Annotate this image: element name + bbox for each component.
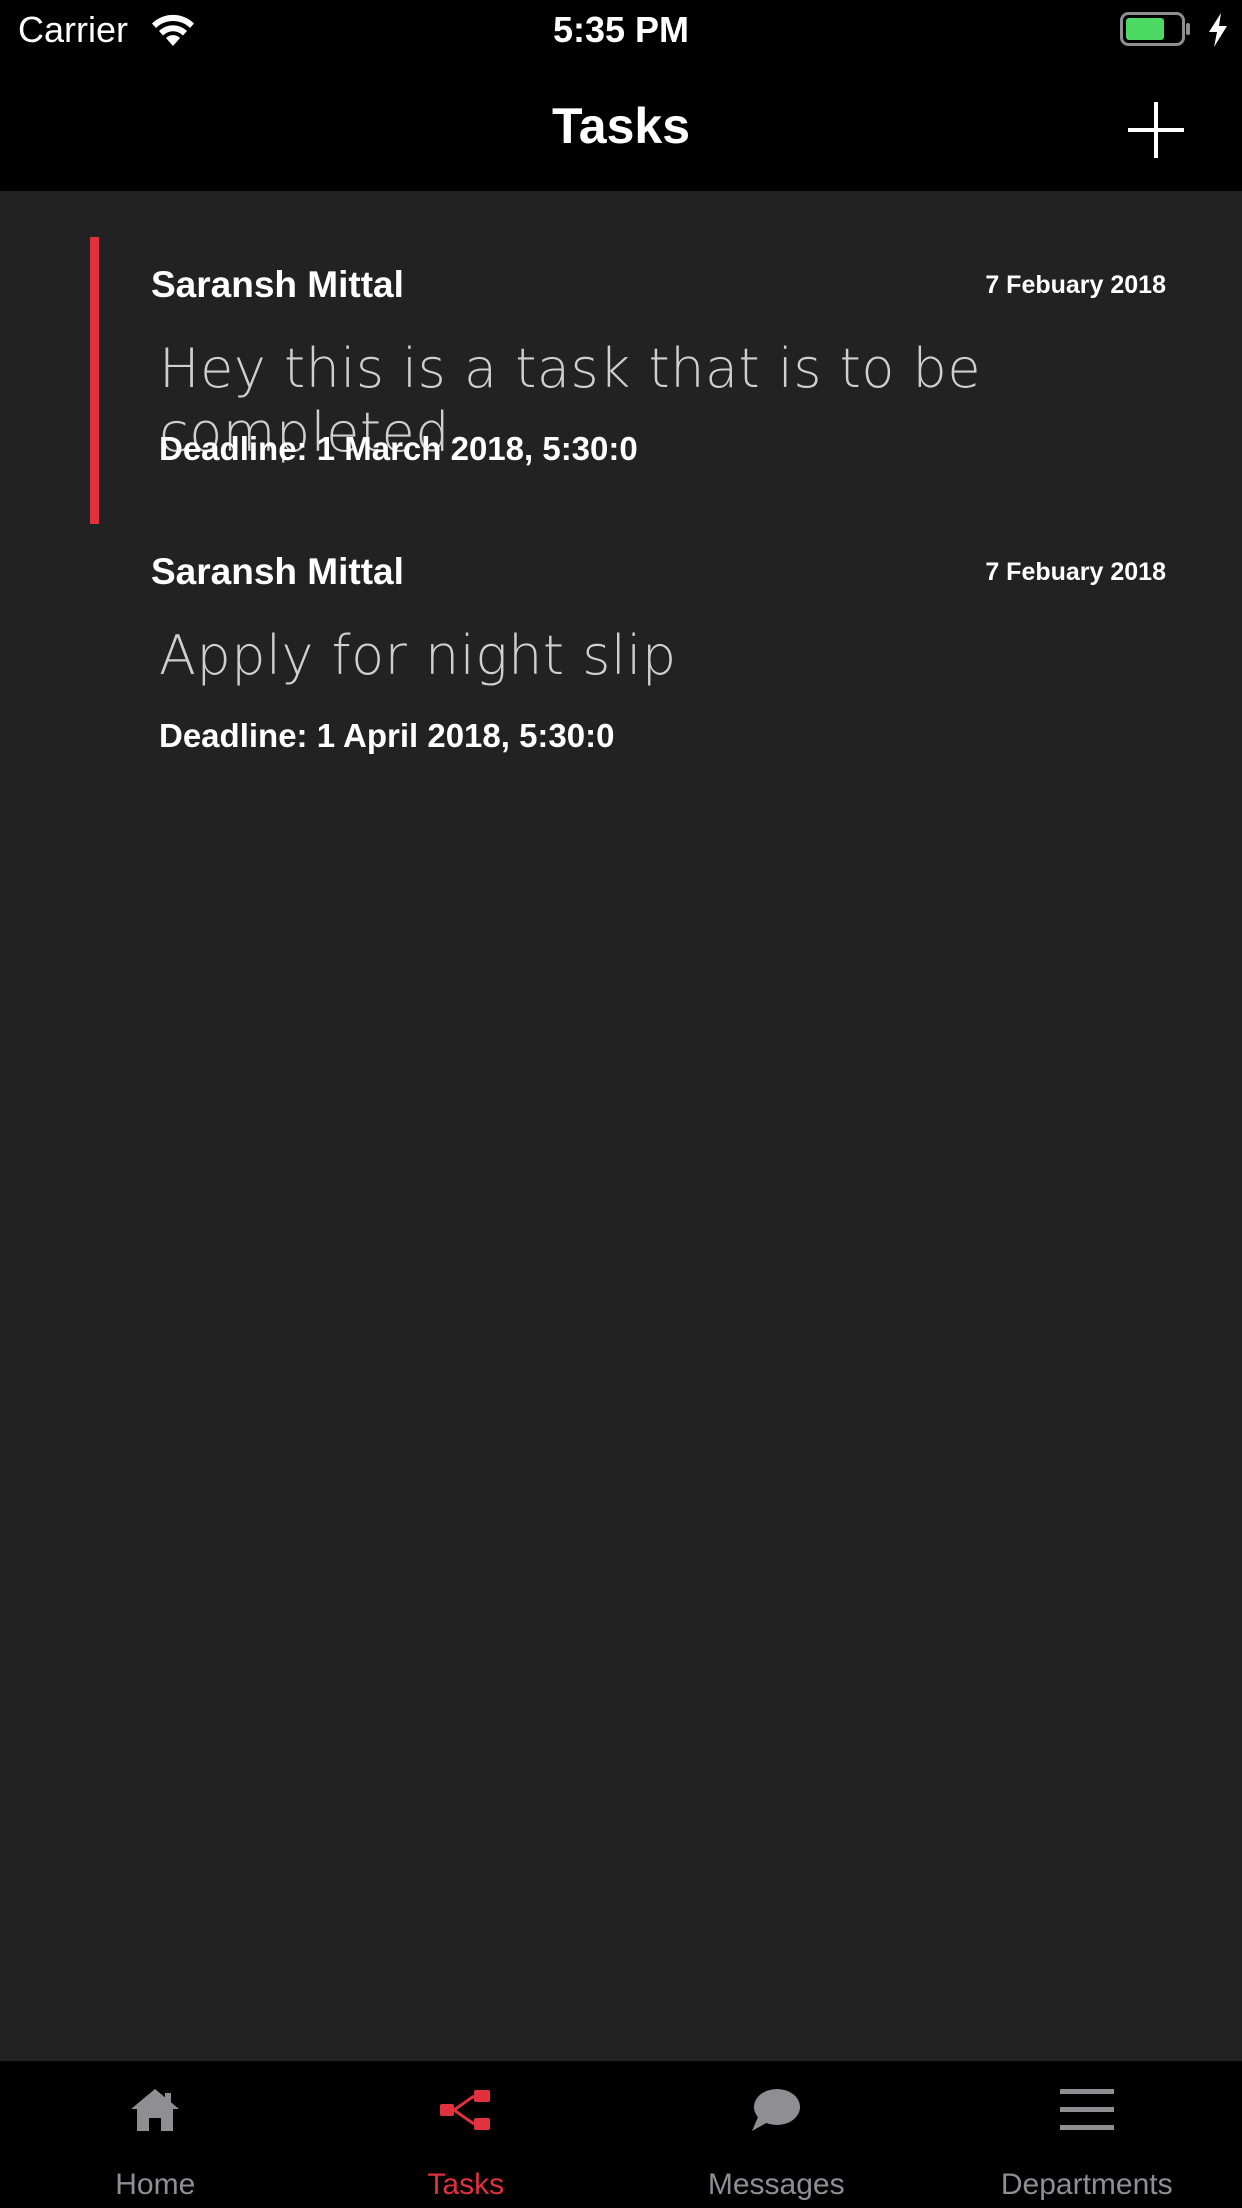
tab-departments[interactable]: Departments	[932, 2061, 1242, 2208]
chat-bubble-icon	[752, 2089, 801, 2131]
tab-label: Messages	[707, 2168, 845, 2201]
tab-label: Home	[115, 2168, 196, 2201]
tab-home[interactable]: Home	[0, 2061, 311, 2208]
navigation-bar: Tasks	[0, 60, 1242, 191]
add-task-button[interactable]	[1120, 94, 1192, 166]
tab-bar: Home Tasks Messages Departments	[0, 2061, 1242, 2208]
home-icon	[131, 2089, 180, 2131]
task-author: Saransh Mittal	[151, 264, 404, 305]
status-bar: Carrier 5:35 PM	[0, 0, 1242, 60]
tab-label: Tasks	[427, 2168, 505, 2201]
task-deadline: Deadline: 1 April 2018, 5:30:0	[159, 717, 615, 754]
plus-icon	[1128, 102, 1184, 158]
tab-label: Departments	[1000, 2168, 1173, 2201]
tab-messages[interactable]: Messages	[621, 2061, 932, 2208]
charging-bolt-icon	[1209, 13, 1227, 47]
task-item[interactable]: Saransh Mittal 7 Febuary 2018 Hey this i…	[90, 237, 1190, 524]
task-list: Saransh Mittal 7 Febuary 2018 Hey this i…	[0, 191, 1242, 2061]
menu-icon	[1059, 2089, 1114, 2130]
tab-tasks[interactable]: Tasks	[311, 2061, 622, 2208]
page-title: Tasks	[551, 98, 691, 154]
task-deadline: Deadline: 1 March 2018, 5:30:0	[159, 430, 638, 467]
task-date: 7 Febuary 2018	[985, 271, 1166, 299]
battery-icon	[1120, 12, 1190, 46]
task-date: 7 Febuary 2018	[985, 558, 1166, 586]
task-author: Saransh Mittal	[151, 551, 404, 592]
status-time: 5:35 PM	[552, 9, 690, 50]
task-description: Apply for night slip	[159, 624, 677, 687]
tasks-icon	[439, 2090, 490, 2130]
selection-indicator	[90, 237, 99, 524]
task-item[interactable]: Saransh Mittal 7 Febuary 2018 Apply for …	[90, 524, 1190, 811]
